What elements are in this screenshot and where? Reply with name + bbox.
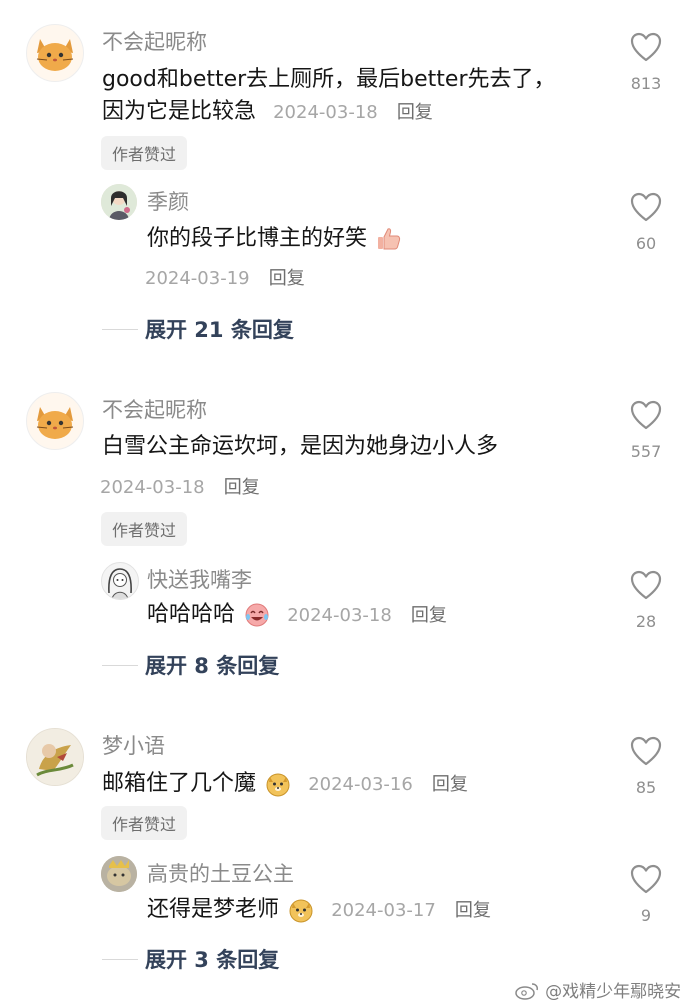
like-button[interactable]: 557 xyxy=(626,400,666,461)
comment-text: 因为它是比较急 xyxy=(102,99,257,124)
reply-author[interactable]: 高贵的土豆公主 xyxy=(147,858,294,888)
author-liked-badge: 作者赞过 xyxy=(101,806,188,840)
weibo-logo-icon xyxy=(514,981,540,1005)
avatar[interactable] xyxy=(101,856,137,892)
heart-icon xyxy=(630,32,662,62)
reply-date: 2024-03-18 xyxy=(287,605,392,626)
expand-replies-button[interactable]: 展开 21 条回复 xyxy=(145,314,294,344)
like-count: 9 xyxy=(640,906,652,925)
reply-button[interactable]: 回复 xyxy=(397,102,433,123)
comment-author[interactable]: 不会起昵称 xyxy=(102,26,207,56)
heart-icon xyxy=(630,400,662,430)
comment-text: 邮箱住了几个魔 xyxy=(102,771,257,796)
heart-icon xyxy=(630,570,662,600)
avatar[interactable] xyxy=(26,728,84,786)
laugh-cry-icon xyxy=(244,602,270,632)
like-count: 85 xyxy=(635,778,657,797)
reply-text: 还得是梦老师 xyxy=(147,897,280,922)
heart-icon xyxy=(630,192,662,222)
reply-button[interactable]: 回复 xyxy=(269,268,305,289)
doge-icon xyxy=(265,771,291,801)
reply-author[interactable]: 快送我嘴李 xyxy=(147,564,252,594)
doge-icon xyxy=(288,897,314,927)
reply-button[interactable]: 回复 xyxy=(224,477,260,498)
girl-avatar-icon xyxy=(101,184,137,220)
reply-date: 2024-03-17 xyxy=(331,900,436,921)
heart-icon xyxy=(630,864,662,894)
like-button[interactable]: 85 xyxy=(626,736,666,797)
comment-text: 白雪公主命运坎坷，是因为她身边小人多 xyxy=(102,434,499,459)
like-button[interactable]: 28 xyxy=(626,570,666,631)
expand-replies-button[interactable]: 展开 3 条回复 xyxy=(145,944,279,974)
cat-face-icon xyxy=(36,407,74,439)
author-liked-badge: 作者赞过 xyxy=(101,136,188,170)
like-button[interactable]: 60 xyxy=(626,192,666,253)
like-count: 813 xyxy=(630,74,662,93)
heart-icon xyxy=(630,736,662,766)
reply-button[interactable]: 回复 xyxy=(432,774,468,795)
avatar[interactable] xyxy=(26,24,84,82)
dragon-avatar-icon xyxy=(27,729,83,785)
like-count: 28 xyxy=(635,612,657,631)
comment-date: 2024-03-18 xyxy=(273,102,378,123)
like-count: 60 xyxy=(635,234,657,253)
like-button[interactable]: 9 xyxy=(626,864,666,925)
like-button[interactable]: 813 xyxy=(626,32,666,93)
sketch-girl-avatar-icon xyxy=(108,568,132,599)
expand-replies-button[interactable]: 展开 8 条回复 xyxy=(145,650,279,680)
author-liked-badge: 作者赞过 xyxy=(101,512,188,546)
cat-face-icon xyxy=(36,39,74,71)
comment-author[interactable]: 梦小语 xyxy=(102,730,165,760)
avatar[interactable] xyxy=(101,184,137,220)
divider xyxy=(102,959,138,960)
potato-avatar-icon xyxy=(101,856,137,892)
like-count: 557 xyxy=(630,442,662,461)
avatar[interactable] xyxy=(26,392,84,450)
comment-text: good和better去上厕所，最后better先去了， xyxy=(102,67,556,92)
comment-date: 2024-03-18 xyxy=(100,477,205,498)
divider xyxy=(102,329,138,330)
reply-text: 哈哈哈哈 xyxy=(147,602,236,627)
reply-author[interactable]: 季颜 xyxy=(147,186,189,216)
reply-date: 2024-03-19 xyxy=(145,268,250,289)
reply-button[interactable]: 回复 xyxy=(455,900,491,921)
comment-date: 2024-03-16 xyxy=(308,774,413,795)
watermark: @戏精少年鄢晓安 xyxy=(545,982,682,1002)
comment-author[interactable]: 不会起昵称 xyxy=(102,394,207,424)
divider xyxy=(102,665,138,666)
reply-button[interactable]: 回复 xyxy=(411,605,447,626)
reply-text: 你的段子比博主的好笑 xyxy=(147,226,368,251)
avatar[interactable] xyxy=(101,562,139,600)
thumbs-up-icon xyxy=(376,227,402,255)
